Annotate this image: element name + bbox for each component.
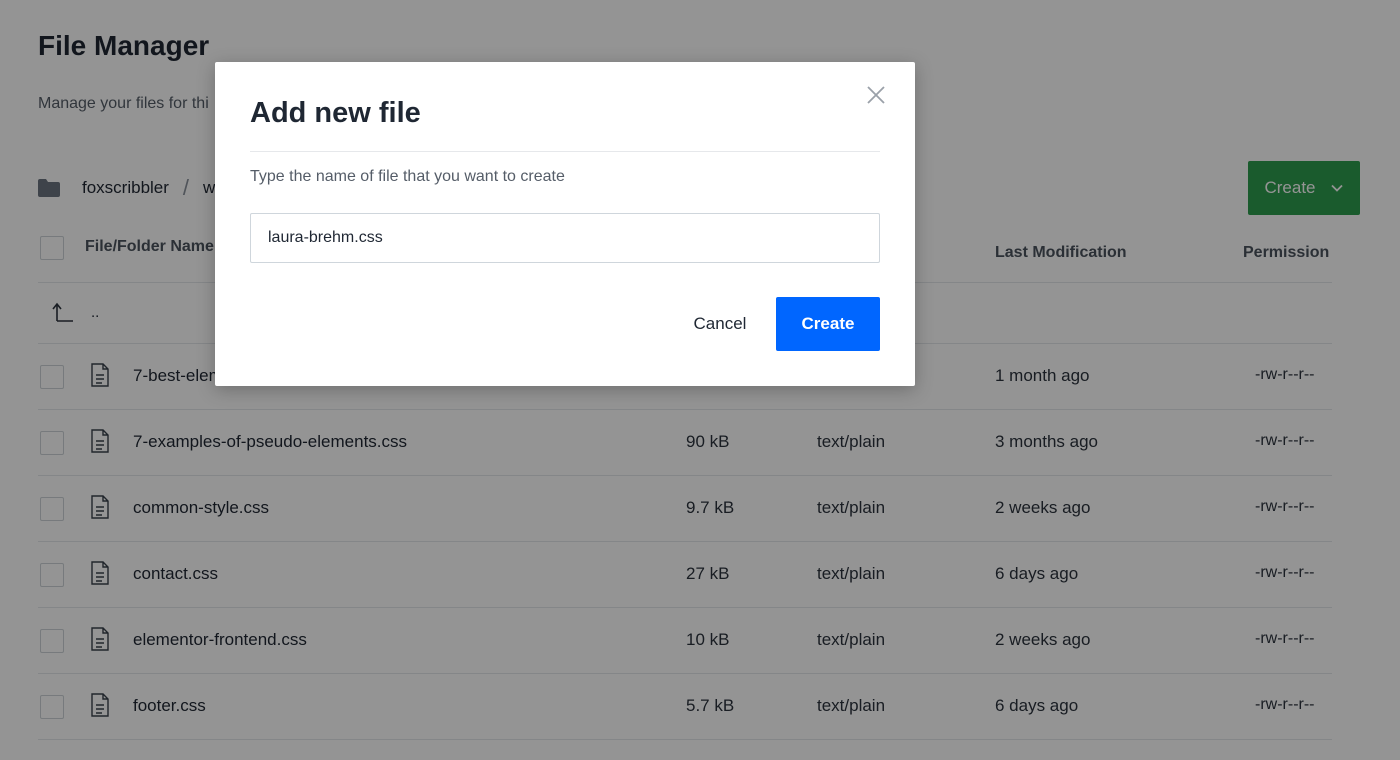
dialog-title: Add new file [250, 97, 421, 129]
close-icon[interactable] [865, 84, 887, 106]
add-file-dialog: Add new file Type the name of file that … [215, 62, 915, 386]
cancel-button[interactable]: Cancel [670, 297, 770, 351]
dialog-divider [250, 151, 880, 152]
create-file-button[interactable]: Create [776, 297, 880, 351]
dialog-description: Type the name of file that you want to c… [250, 168, 565, 185]
file-name-input[interactable] [250, 213, 880, 263]
